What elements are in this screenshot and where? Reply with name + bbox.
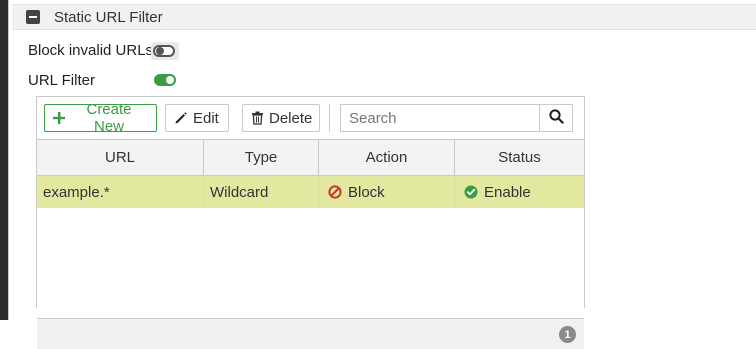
table-footer: 1 xyxy=(37,318,584,349)
table-row[interactable]: example.* Wildcard Block Enable xyxy=(37,176,584,208)
delete-label: Delete xyxy=(269,109,313,127)
left-edge-divider xyxy=(8,0,9,320)
table-empty-area xyxy=(37,208,584,318)
cell-type: Wildcard xyxy=(204,176,319,208)
cell-url: example.* xyxy=(37,176,204,208)
url-filter-label: URL Filter xyxy=(28,72,95,89)
create-new-button[interactable]: Create New xyxy=(44,101,157,135)
cell-status: Enable xyxy=(455,176,584,208)
column-header-type[interactable]: Type xyxy=(204,140,319,175)
column-header-url[interactable]: URL xyxy=(37,140,204,175)
collapse-icon[interactable] xyxy=(26,10,40,24)
cell-action: Block xyxy=(319,176,455,208)
table-header: URL Type Action Status xyxy=(37,139,584,176)
section-header[interactable]: Static URL Filter xyxy=(12,4,756,30)
left-edge-bar xyxy=(0,0,8,320)
toolbar: Create New Edit Delete xyxy=(37,97,584,139)
section-title: Static URL Filter xyxy=(54,9,163,26)
edit-button[interactable]: Edit xyxy=(165,104,229,132)
edit-label: Edit xyxy=(193,109,219,127)
column-header-action[interactable]: Action xyxy=(319,140,455,175)
toggle-knob xyxy=(166,76,174,84)
plus-icon xyxy=(53,112,65,124)
create-new-label: Create New xyxy=(86,101,132,135)
search-button[interactable] xyxy=(539,104,573,132)
cell-status-label: Enable xyxy=(484,183,531,201)
pencil-icon xyxy=(174,111,188,125)
check-circle-icon xyxy=(464,185,478,199)
block-invalid-urls-toggle[interactable] xyxy=(153,45,175,57)
search-icon xyxy=(548,108,564,128)
row-count-badge: 1 xyxy=(559,326,576,343)
url-filter-toggle[interactable] xyxy=(154,74,176,86)
block-invalid-urls-toggle-wrap xyxy=(151,42,179,60)
cell-action-label: Block xyxy=(348,183,385,201)
block-icon xyxy=(328,185,342,199)
url-filter-panel: Create New Edit Delete URL Type Action xyxy=(36,96,585,349)
toggle-knob xyxy=(156,47,164,55)
search-input[interactable] xyxy=(340,104,540,132)
toolbar-separator xyxy=(329,104,330,132)
column-header-status[interactable]: Status xyxy=(455,140,584,175)
trash-icon xyxy=(251,111,264,125)
delete-button[interactable]: Delete xyxy=(242,104,320,132)
block-invalid-urls-label: Block invalid URLs xyxy=(28,42,154,59)
